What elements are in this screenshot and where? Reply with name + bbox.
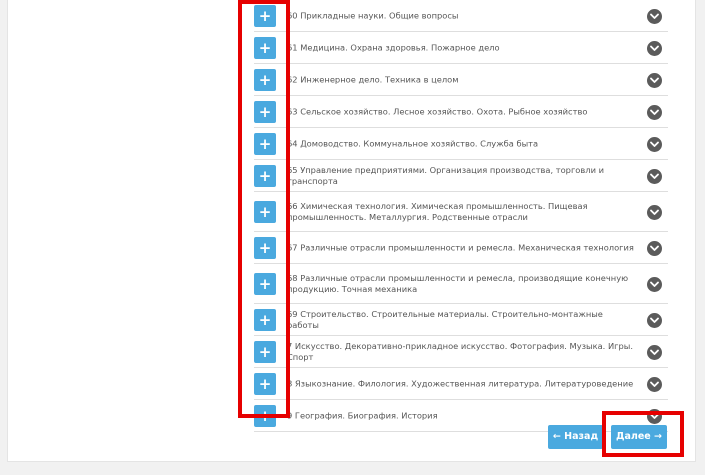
chevron-down-icon[interactable]	[647, 105, 662, 120]
list-item-label: 7 Искусство. Декоративно-прикладное иску…	[287, 340, 633, 362]
list-item: +69 Строительство. Строительные материал…	[254, 304, 668, 336]
list-item: +62 Инженерное дело. Техника в целом	[254, 64, 668, 96]
arrow-right-icon: →	[654, 431, 662, 442]
add-button[interactable]: +	[254, 101, 276, 123]
add-button[interactable]: +	[254, 69, 276, 91]
list-item: +60 Прикладные науки. Общие вопросы	[254, 0, 668, 32]
chevron-down-icon[interactable]	[647, 169, 662, 184]
list-item-label: 65 Управление предприятиями. Организация…	[287, 164, 604, 186]
list-item-label: 8 Языкознание. Филология. Художественная…	[287, 378, 634, 388]
chevron-down-icon[interactable]	[647, 9, 662, 24]
list-item: +66 Химическая технология. Химическая пр…	[254, 192, 668, 232]
category-list: +60 Прикладные науки. Общие вопросы +61 М…	[254, 0, 668, 432]
add-button[interactable]: +	[254, 201, 276, 223]
list-item-label: 68 Различные отрасли промышленности и ре…	[287, 272, 629, 294]
list-item-label: 60 Прикладные науки. Общие вопросы	[287, 10, 459, 20]
chevron-down-icon[interactable]	[647, 313, 662, 328]
chevron-down-icon[interactable]	[647, 205, 662, 220]
chevron-down-icon[interactable]	[647, 241, 662, 256]
chevron-down-icon[interactable]	[647, 277, 662, 292]
back-button[interactable]: ← Назад	[548, 425, 603, 449]
add-button[interactable]: +	[254, 273, 276, 295]
add-button[interactable]: +	[254, 237, 276, 259]
list-item-label: 64 Домоводство. Коммунальное хозяйство. …	[287, 138, 539, 148]
list-item: +9 География. Биография. История	[254, 400, 668, 432]
add-button[interactable]: +	[254, 5, 276, 27]
add-button[interactable]: +	[254, 165, 276, 187]
list-item: +61 Медицина. Охрана здоровья. Пожарное …	[254, 32, 668, 64]
chevron-down-icon[interactable]	[647, 409, 662, 424]
list-item-label: 9 География. Биография. История	[287, 410, 438, 420]
list-item-label: 63 Сельское хозяйство. Лесное хозяйство.…	[287, 106, 588, 116]
list-item: +68 Различные отрасли промышленности и р…	[254, 264, 668, 304]
chevron-down-icon[interactable]	[647, 41, 662, 56]
list-item-label: 61 Медицина. Охрана здоровья. Пожарное д…	[287, 42, 500, 52]
next-button-label: Далее	[616, 431, 651, 442]
chevron-down-icon[interactable]	[647, 73, 662, 88]
chevron-down-icon[interactable]	[647, 377, 662, 392]
add-button[interactable]: +	[254, 133, 276, 155]
add-button[interactable]: +	[254, 37, 276, 59]
list-item: +8 Языкознание. Филология. Художественна…	[254, 368, 668, 400]
list-item: +63 Сельское хозяйство. Лесное хозяйство…	[254, 96, 668, 128]
list-item: +67 Различные отрасли промышленности и р…	[254, 232, 668, 264]
list-item: +64 Домоводство. Коммунальное хозяйство.…	[254, 128, 668, 160]
list-item: +7 Искусство. Декоративно-прикладное иск…	[254, 336, 668, 368]
list-item-label: 69 Строительство. Строительные материалы…	[287, 308, 603, 330]
add-button[interactable]: +	[254, 309, 276, 331]
arrow-left-icon: ←	[552, 431, 561, 442]
list-item-label: 67 Различные отрасли промышленности и ре…	[287, 242, 634, 252]
list-item-label: 66 Химическая технология. Химическая про…	[287, 200, 588, 222]
chevron-down-icon[interactable]	[647, 345, 662, 360]
chevron-down-icon[interactable]	[647, 137, 662, 152]
add-button[interactable]: +	[254, 341, 276, 363]
add-button[interactable]: +	[254, 373, 276, 395]
add-button[interactable]: +	[254, 405, 276, 427]
back-button-label: Назад	[564, 431, 599, 442]
list-item: +65 Управление предприятиями. Организаци…	[254, 160, 668, 192]
list-item-label: 62 Инженерное дело. Техника в целом	[287, 74, 459, 84]
next-button[interactable]: Далее →	[611, 425, 667, 449]
